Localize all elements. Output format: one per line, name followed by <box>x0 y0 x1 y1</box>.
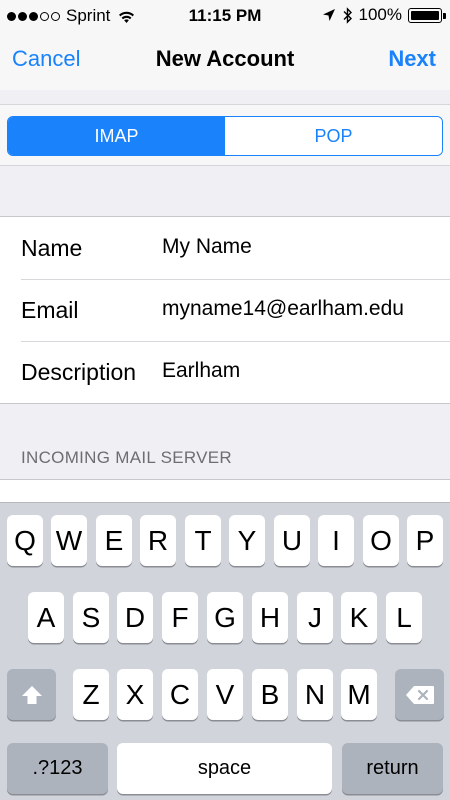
delete-key[interactable] <box>395 669 444 720</box>
keyboard: Q W E R T Y U I O P A S D F G H J K L Z … <box>0 502 450 800</box>
shift-key[interactable] <box>7 669 56 720</box>
form-row-email[interactable]: Email myname14@earlham.edu <box>0 279 450 341</box>
key-c[interactable]: C <box>162 669 198 720</box>
key-x[interactable]: X <box>117 669 153 720</box>
email-label: Email <box>21 297 79 323</box>
battery-icon <box>408 7 446 23</box>
form-row-description[interactable]: Description Earlham <box>0 341 450 403</box>
key-d[interactable]: D <box>117 592 153 643</box>
status-right: 100% <box>322 5 446 25</box>
segment-pop[interactable]: POP <box>225 117 442 155</box>
key-f[interactable]: F <box>162 592 198 643</box>
next-button[interactable]: Next <box>388 46 436 72</box>
key-h[interactable]: H <box>252 592 288 643</box>
space-key[interactable]: space <box>117 743 332 794</box>
key-j[interactable]: J <box>297 592 333 643</box>
key-i[interactable]: I <box>318 515 354 566</box>
key-l[interactable]: L <box>386 592 422 643</box>
key-z[interactable]: Z <box>73 669 109 720</box>
key-t[interactable]: T <box>185 515 221 566</box>
key-u[interactable]: U <box>274 515 310 566</box>
key-s[interactable]: S <box>73 592 109 643</box>
key-o[interactable]: O <box>363 515 399 566</box>
battery-percent: 100% <box>358 5 402 24</box>
form-row-name[interactable]: Name My Name <box>0 217 450 279</box>
account-form: Name My Name Email myname14@earlham.edu … <box>0 216 450 404</box>
delete-icon <box>405 685 435 705</box>
key-k[interactable]: K <box>341 592 377 643</box>
protocol-segmented-control: IMAP POP <box>7 116 443 156</box>
key-y[interactable]: Y <box>229 515 265 566</box>
segment-imap[interactable]: IMAP <box>8 117 225 155</box>
protocol-segment-area: IMAP POP <box>0 104 450 166</box>
key-w[interactable]: W <box>51 515 87 566</box>
shift-icon <box>21 684 43 706</box>
key-b[interactable]: B <box>252 669 288 720</box>
key-e[interactable]: E <box>96 515 132 566</box>
screen: Sprint 11:15 PM 100% Cancel New Account … <box>0 0 450 800</box>
bluetooth-icon <box>342 6 353 24</box>
page-title: New Account <box>155 46 295 71</box>
location-arrow-icon <box>322 8 336 22</box>
key-r[interactable]: R <box>140 515 176 566</box>
key-v[interactable]: V <box>207 669 243 720</box>
key-q[interactable]: Q <box>7 515 43 566</box>
status-bar: Sprint 11:15 PM 100% <box>0 0 450 32</box>
key-g[interactable]: G <box>207 592 243 643</box>
return-key[interactable]: return <box>342 743 443 794</box>
key-a[interactable]: A <box>28 592 64 643</box>
navigation-bar: Cancel New Account Next <box>0 32 450 90</box>
email-field[interactable]: myname14@earlham.edu <box>162 297 404 321</box>
key-n[interactable]: N <box>297 669 333 720</box>
incoming-mail-server-header: INCOMING MAIL SERVER <box>21 448 232 467</box>
key-p[interactable]: P <box>407 515 443 566</box>
description-label: Description <box>21 359 137 385</box>
name-label: Name <box>21 235 83 261</box>
numbers-key[interactable]: .?123 <box>7 743 108 794</box>
key-m[interactable]: M <box>341 669 377 720</box>
name-field[interactable]: My Name <box>162 235 252 259</box>
description-field[interactable]: Earlham <box>162 359 240 383</box>
